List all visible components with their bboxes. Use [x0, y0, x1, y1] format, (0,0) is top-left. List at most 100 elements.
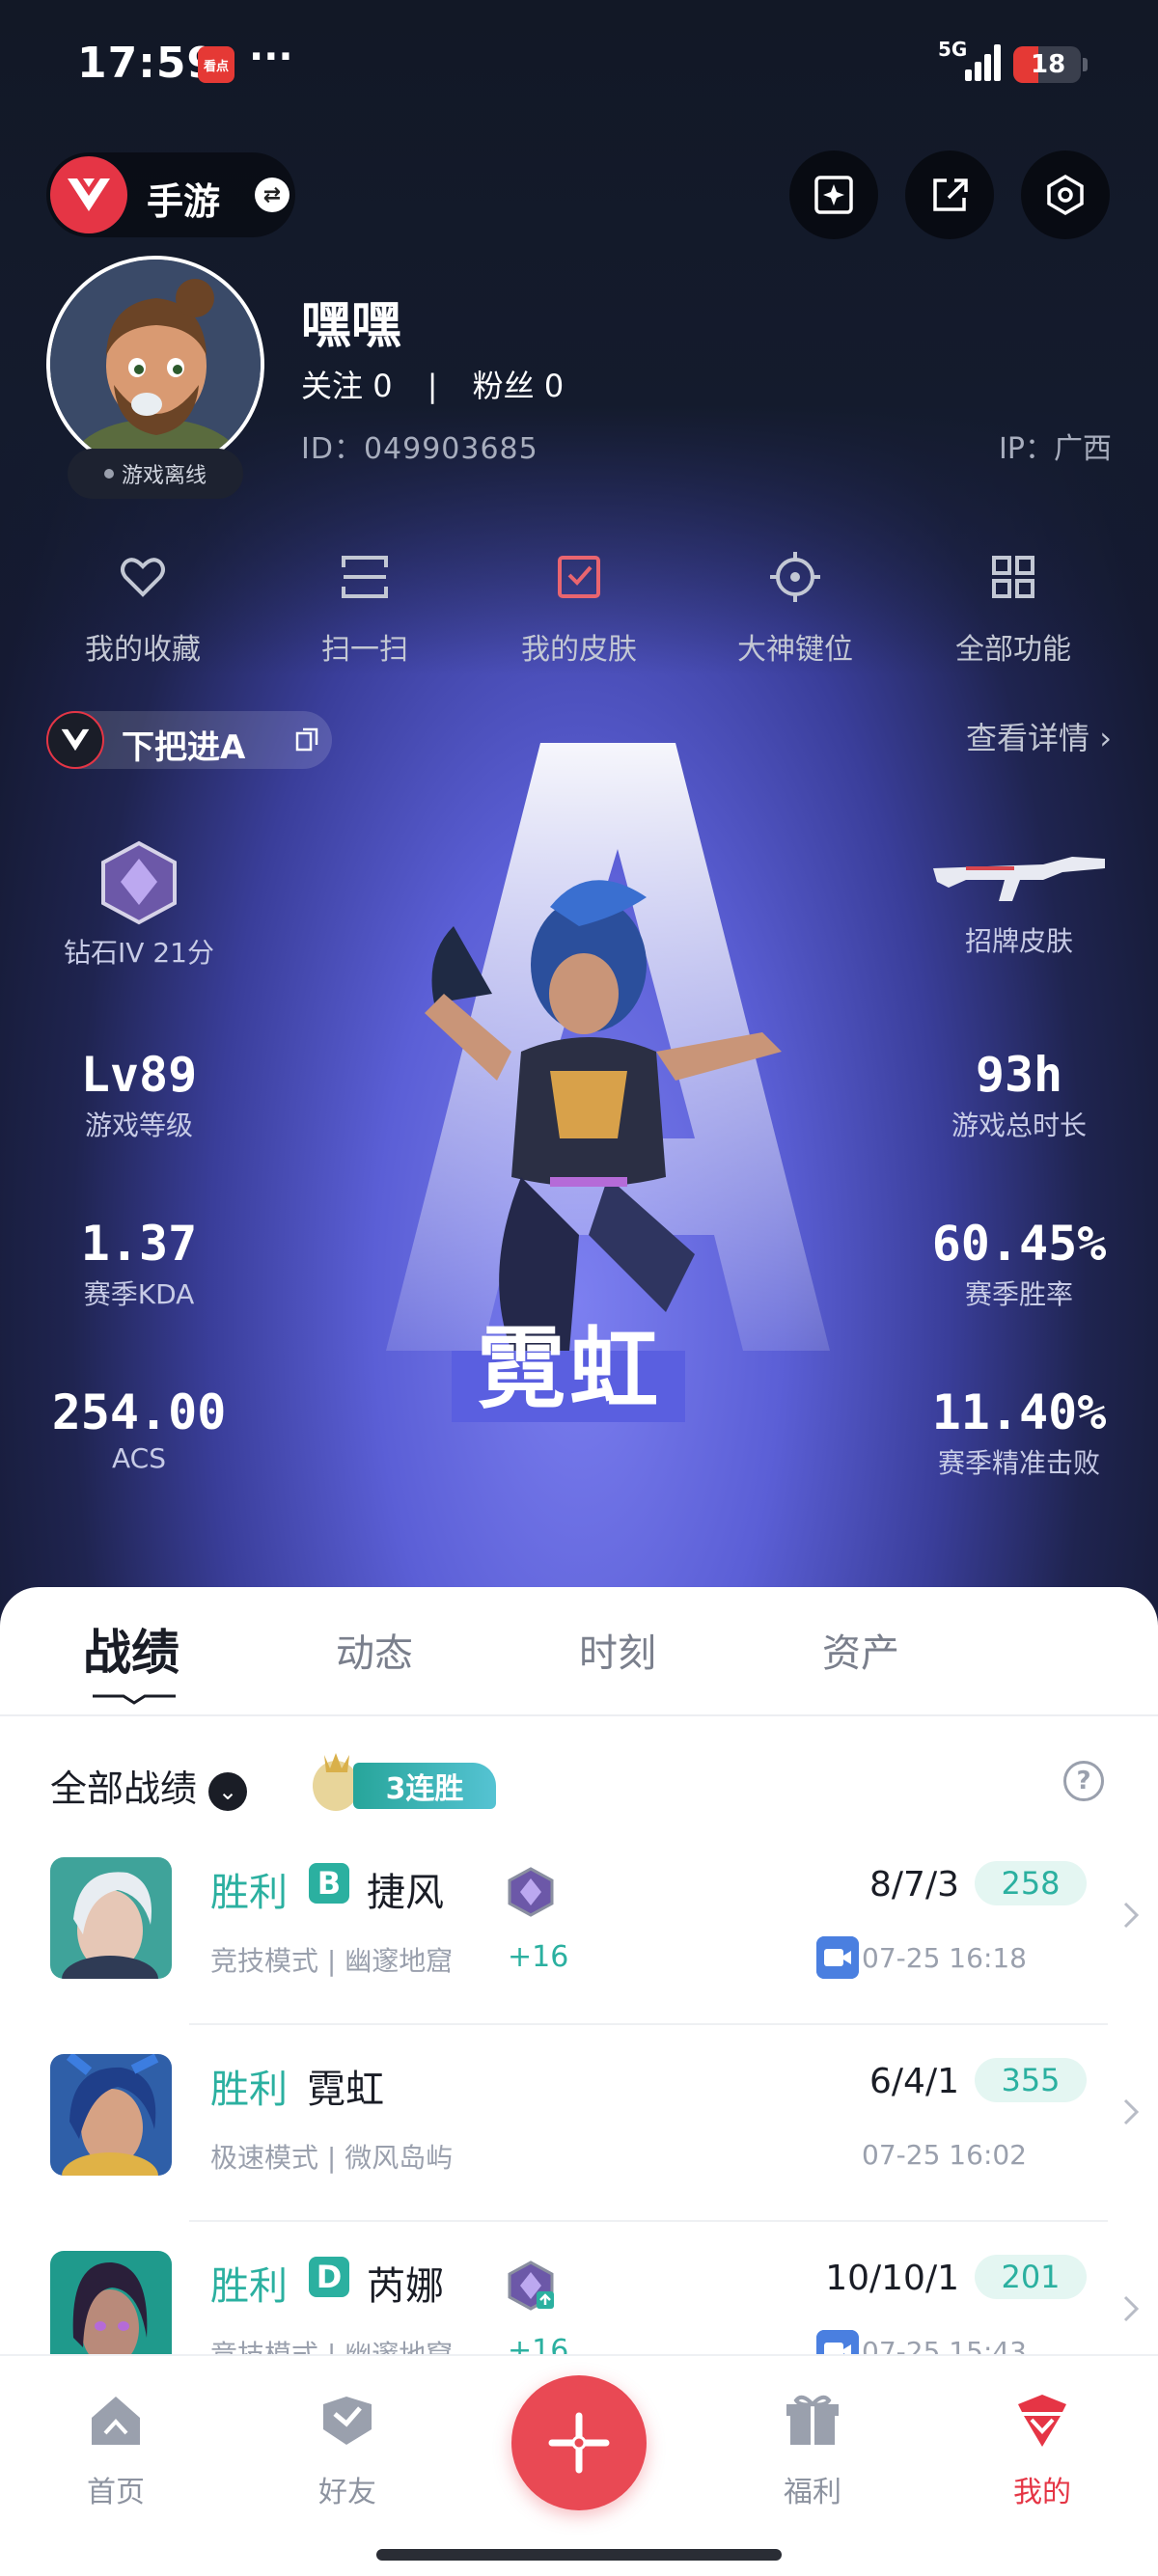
- settings-hexagon-icon: [1047, 174, 1084, 216]
- chevron-right-icon: [1123, 2098, 1140, 2125]
- match-row[interactable]: 胜利 霓虹 极速模式 | 微风岛屿 6/4/1 355 07-25 16:02: [0, 2054, 1158, 2251]
- ip-location: IP：广西: [999, 432, 1112, 466]
- level-label: 游戏等级: [84, 1110, 193, 1141]
- agent-name: 霓虹: [307, 2068, 384, 2112]
- row-divider: [189, 2023, 1108, 2025]
- grade-badge: D: [309, 2257, 349, 2297]
- agent-name: 芮娜: [367, 2264, 444, 2309]
- help-icon[interactable]: ?: [1063, 1761, 1104, 1801]
- online-status-badge: 游戏离线: [68, 449, 243, 499]
- grid-icon: [992, 556, 1034, 598]
- quick-action-all[interactable]: 全部功能: [917, 550, 1110, 668]
- acs-badge: 258: [975, 1861, 1087, 1905]
- kda-stat: 1.37 赛季KDA: [23, 1216, 255, 1312]
- nav-label: 首页: [87, 2476, 145, 2509]
- agent-name: 捷风: [367, 1871, 444, 1915]
- streak-text: 3连胜: [353, 1763, 496, 1809]
- match-result: 胜利: [210, 2068, 288, 2112]
- agent-portrait: [50, 1857, 172, 1979]
- fans-link[interactable]: 粉丝 0: [473, 368, 565, 404]
- tab-records[interactable]: 战绩: [83, 1614, 179, 1684]
- quick-action-label: 我的收藏: [85, 633, 201, 667]
- scan-icon: [342, 556, 388, 598]
- settings-button[interactable]: [1021, 151, 1110, 239]
- tab-moments[interactable]: 时刻: [579, 1622, 656, 1678]
- quick-action-favorites[interactable]: 我的收藏: [46, 550, 239, 668]
- nav-me[interactable]: 我的: [975, 2391, 1110, 2510]
- quick-action-skins[interactable]: 我的皮肤: [482, 550, 676, 668]
- match-result: 胜利: [210, 2264, 288, 2309]
- nav-rewards[interactable]: 福利: [745, 2391, 880, 2510]
- rank-chip-text: 下把进A: [122, 728, 246, 767]
- signature-skin-label: 招牌皮肤: [964, 925, 1073, 957]
- diamond-rank-up-icon: [508, 2261, 554, 2311]
- home-indicator: [376, 2549, 782, 2561]
- view-details-link[interactable]: 查看详情 ›: [966, 714, 1112, 758]
- kda-score: 10/10/1: [825, 2259, 959, 2298]
- level-value: Lv89: [80, 1047, 198, 1103]
- match-date: 07-25 16:18: [862, 1942, 1027, 1974]
- playtime-label: 游戏总时长: [951, 1110, 1087, 1141]
- headshot-stat: 11.40% 赛季精准击败: [903, 1384, 1135, 1481]
- tab-assets[interactable]: 资产: [822, 1622, 899, 1678]
- rank-stat[interactable]: 钻石IV 21分: [23, 839, 255, 971]
- diamond-rank-icon: [101, 840, 177, 925]
- clock: 17:59: [77, 39, 218, 88]
- valorant-logo-icon: [46, 711, 104, 769]
- signature-skin-stat[interactable]: 招牌皮肤: [903, 847, 1135, 959]
- more-notifications-icon: ···: [249, 35, 293, 79]
- game-label: 手游: [147, 180, 221, 223]
- profile-icon: [1018, 2395, 1066, 2447]
- nav-label: 福利: [784, 2476, 841, 2509]
- acs-badge: 201: [975, 2255, 1087, 2299]
- match-result: 胜利: [210, 1871, 288, 1915]
- avatar[interactable]: [46, 256, 264, 474]
- playtime-stat: 93h 游戏总时长: [903, 1047, 1135, 1143]
- nav-label: 我的: [1013, 2476, 1071, 2509]
- crosshair-icon: [770, 552, 820, 602]
- plus-icon: [548, 2412, 610, 2474]
- home-icon: [92, 2397, 140, 2445]
- quick-action-scan[interactable]: 扫一扫: [268, 550, 461, 668]
- winrate-value: 60.45%: [931, 1216, 1107, 1272]
- heart-icon: [121, 558, 165, 597]
- user-id: ID：049903685: [301, 432, 538, 466]
- rank-delta: +16: [508, 1940, 569, 1974]
- edit-card-button[interactable]: [789, 151, 878, 239]
- acs-badge: 355: [975, 2058, 1087, 2102]
- headshot-label: 赛季精准击败: [937, 1447, 1100, 1479]
- quick-action-label: 全部功能: [955, 633, 1071, 667]
- headshot-value: 11.40%: [931, 1384, 1107, 1440]
- signal-icon: [965, 44, 1004, 81]
- game-switch-button[interactable]: 手游 ⇄: [46, 152, 295, 237]
- tab-feed[interactable]: 动态: [336, 1622, 413, 1678]
- notification-badge: 看点: [198, 46, 234, 83]
- filter-label: 全部战绩: [50, 1768, 198, 1810]
- valorant-logo-icon: [50, 156, 127, 233]
- agent-portrait: [50, 2054, 172, 2176]
- friends-icon: [323, 2397, 372, 2445]
- hero-name: 霓虹: [476, 1318, 662, 1421]
- quick-action-keymaps[interactable]: 大神键位: [699, 550, 892, 668]
- status-text: 游戏离线: [121, 464, 207, 488]
- chevron-right-icon: [1123, 2295, 1140, 2322]
- gift-icon: [786, 2395, 839, 2445]
- quick-action-label: 我的皮肤: [521, 633, 637, 667]
- match-row[interactable]: 胜利 B 捷风 竞技模式 | 幽邃地窟 +16 8/7/3 258 07-25 …: [0, 1857, 1158, 2054]
- records-filter-dropdown[interactable]: 全部战绩 ⌄: [50, 1759, 248, 1812]
- share-button[interactable]: [905, 151, 994, 239]
- nav-home[interactable]: 首页: [48, 2391, 183, 2510]
- win-streak-badge: 3连胜: [307, 1747, 510, 1815]
- row-divider: [189, 2220, 1108, 2222]
- replay-video-icon[interactable]: [816, 1936, 859, 1979]
- winrate-stat: 60.45% 赛季胜率: [903, 1216, 1135, 1312]
- kda-value: 1.37: [80, 1216, 198, 1272]
- create-post-button[interactable]: [511, 2375, 647, 2510]
- tab-divider: [0, 1714, 1158, 1716]
- chevron-right-icon: [1123, 1902, 1140, 1929]
- chevron-down-icon: ⌄: [208, 1771, 248, 1811]
- active-tab-indicator: [93, 1694, 176, 1705]
- battery-icon: 18: [1013, 46, 1088, 83]
- nav-friends[interactable]: 好友: [280, 2391, 415, 2510]
- following-link[interactable]: 关注 0: [301, 368, 393, 404]
